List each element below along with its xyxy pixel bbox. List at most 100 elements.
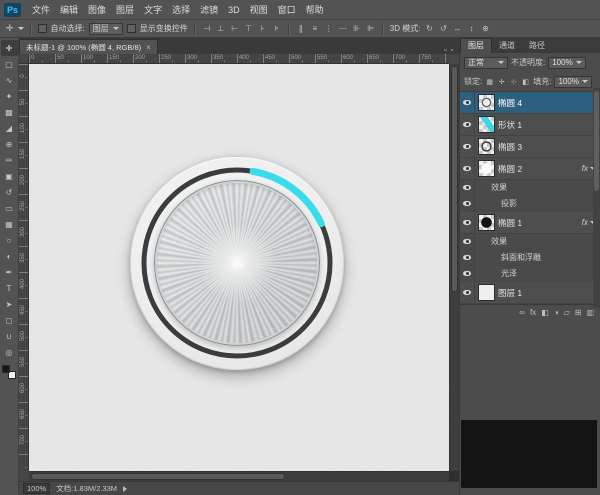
- tool-pen[interactable]: ✒: [1, 264, 18, 280]
- layer-thumbnail[interactable]: [479, 285, 494, 300]
- zoom-level-field[interactable]: 100%: [23, 483, 50, 494]
- visibility-toggle[interactable]: [460, 136, 475, 157]
- visibility-toggle[interactable]: [460, 92, 475, 113]
- 3d-scale-icon[interactable]: ⊕: [480, 24, 490, 33]
- layer-mask-icon[interactable]: ◧: [541, 308, 549, 317]
- menu-3d[interactable]: 3D: [223, 0, 245, 20]
- menu-help[interactable]: 帮助: [301, 0, 329, 20]
- doc-window-control-icon[interactable]: ▫: [451, 47, 453, 54]
- layer-style-icon[interactable]: fx: [530, 308, 536, 317]
- visibility-toggle[interactable]: [460, 250, 475, 265]
- menu-layer[interactable]: 图层: [111, 0, 139, 20]
- tool-healing-brush[interactable]: ⊕: [1, 136, 18, 152]
- layer-row-ellipse-3[interactable]: 椭圆 3: [460, 136, 600, 158]
- lock-all-icon[interactable]: ◧: [521, 78, 530, 86]
- align-right-edges-icon[interactable]: ⊢: [230, 24, 240, 33]
- layer-group-icon[interactable]: ▱: [564, 308, 570, 317]
- lock-pixels-icon[interactable]: ✛: [497, 78, 506, 86]
- tab-paths[interactable]: 路径: [522, 39, 552, 53]
- effect-drop-shadow-row[interactable]: 投影: [460, 196, 600, 212]
- menu-select[interactable]: 选择: [167, 0, 195, 20]
- tool-blur[interactable]: ○: [1, 232, 18, 248]
- tool-gradient[interactable]: ▦: [1, 216, 18, 232]
- horizontal-scrollbar[interactable]: [29, 471, 449, 481]
- layer-row-ellipse-1[interactable]: 椭圆 1 fx: [460, 212, 600, 234]
- panel-scrollbar-thumb[interactable]: [594, 91, 599, 191]
- tool-brush[interactable]: ✏: [1, 152, 18, 168]
- 3d-roll-icon[interactable]: ↺: [438, 24, 448, 33]
- fill-select[interactable]: 100%: [554, 76, 591, 88]
- distribute-right-icon[interactable]: ⊫: [366, 24, 376, 33]
- metal-knob[interactable]: [130, 156, 344, 370]
- doc-window-control-icon[interactable]: ▫: [444, 47, 446, 54]
- visibility-toggle[interactable]: [460, 282, 475, 303]
- horizontal-scrollbar-thumb[interactable]: [31, 473, 285, 480]
- distribute-bottom-icon[interactable]: ⋮: [324, 24, 334, 33]
- effect-bevel-emboss-row[interactable]: 斜面和浮雕: [460, 250, 600, 266]
- color-swatches[interactable]: [2, 365, 16, 379]
- align-top-edges-icon[interactable]: ⊤: [244, 24, 254, 33]
- layer-row-layer-1[interactable]: 图层 1: [460, 282, 600, 304]
- visibility-toggle[interactable]: [460, 180, 475, 195]
- visibility-toggle[interactable]: [460, 114, 475, 135]
- close-tab-icon[interactable]: ×: [146, 43, 151, 52]
- tool-zoom[interactable]: ◎: [1, 344, 18, 360]
- knob-brushed-metal-dial[interactable]: [154, 180, 320, 346]
- link-layers-icon[interactable]: ∞: [519, 308, 525, 317]
- visibility-toggle[interactable]: [460, 212, 475, 233]
- tool-hand[interactable]: ∪: [1, 328, 18, 344]
- align-h-centers-icon[interactable]: ⊦: [258, 24, 268, 33]
- ruler-corner[interactable]: [19, 54, 29, 64]
- tab-channels[interactable]: 通道: [492, 39, 522, 53]
- tool-quick-select[interactable]: ✦: [1, 88, 18, 104]
- foreground-color-swatch[interactable]: [2, 365, 10, 373]
- tool-dodge[interactable]: ◐: [1, 248, 18, 264]
- tool-shape[interactable]: ◻: [1, 312, 18, 328]
- layer-thumbnail[interactable]: [479, 215, 494, 230]
- tab-layers[interactable]: 图层: [460, 38, 492, 53]
- distribute-top-icon[interactable]: ∥: [296, 24, 306, 33]
- layer-thumbnail[interactable]: [479, 95, 494, 110]
- effects-header-row[interactable]: 效果: [460, 234, 600, 250]
- layer-thumbnail[interactable]: [479, 139, 494, 154]
- effects-header-row[interactable]: 效果: [460, 180, 600, 196]
- tool-lasso[interactable]: ∿: [1, 72, 18, 88]
- visibility-toggle[interactable]: [460, 196, 475, 211]
- layer-thumbnail[interactable]: [479, 117, 494, 132]
- new-layer-icon[interactable]: ⊞: [575, 308, 582, 317]
- tool-preset-caret-icon[interactable]: [18, 27, 24, 30]
- status-flyout-icon[interactable]: [123, 486, 127, 492]
- canvas[interactable]: [29, 64, 449, 471]
- 3d-rotate-icon[interactable]: ↻: [424, 24, 434, 33]
- fx-badge[interactable]: fx: [582, 218, 588, 227]
- tool-move[interactable]: ✛: [1, 40, 18, 56]
- align-left-edges-icon[interactable]: ⊣: [202, 24, 212, 33]
- layer-row-shape-1[interactable]: 形状 1: [460, 114, 600, 136]
- tool-crop[interactable]: ▩: [1, 104, 18, 120]
- 3d-drag-icon[interactable]: ↔: [452, 24, 462, 33]
- layer-row-ellipse-2[interactable]: 椭圆 2 fx: [460, 158, 600, 180]
- tool-history-brush[interactable]: ↺: [1, 184, 18, 200]
- panel-scrollbar[interactable]: [593, 88, 600, 308]
- menu-image[interactable]: 图像: [83, 0, 111, 20]
- menu-edit[interactable]: 编辑: [55, 0, 83, 20]
- 3d-slide-icon[interactable]: ↕: [466, 24, 476, 33]
- horizontal-ruler[interactable]: 0 50 100 150 200 250 300 350 400 450 500…: [29, 54, 449, 64]
- document-tab[interactable]: 未标题-1 @ 100% (椭圆 4, RGB/8) ×: [19, 39, 158, 54]
- visibility-toggle[interactable]: [460, 158, 475, 179]
- lock-position-icon[interactable]: ⊹: [509, 78, 518, 86]
- vertical-scrollbar[interactable]: [449, 64, 459, 471]
- lock-transparent-icon[interactable]: ▦: [485, 78, 494, 86]
- auto-select-dropdown[interactable]: 图层: [89, 23, 123, 35]
- tool-eyedropper[interactable]: ◢: [1, 120, 18, 136]
- tool-marquee[interactable]: ▢: [1, 56, 18, 72]
- menu-type[interactable]: 文字: [139, 0, 167, 20]
- menu-view[interactable]: 视图: [245, 0, 273, 20]
- vertical-ruler[interactable]: 0 50 100 150 200 250 300 350 400 450 500…: [19, 64, 29, 471]
- align-bottom-edges-icon[interactable]: ⊧: [272, 24, 282, 33]
- effect-satin-row[interactable]: 光泽: [460, 266, 600, 282]
- tool-type[interactable]: T: [1, 280, 18, 296]
- distribute-h-centers-icon[interactable]: ⊪: [352, 24, 362, 33]
- distribute-left-icon[interactable]: ⋯: [338, 24, 348, 33]
- visibility-toggle[interactable]: [460, 234, 475, 249]
